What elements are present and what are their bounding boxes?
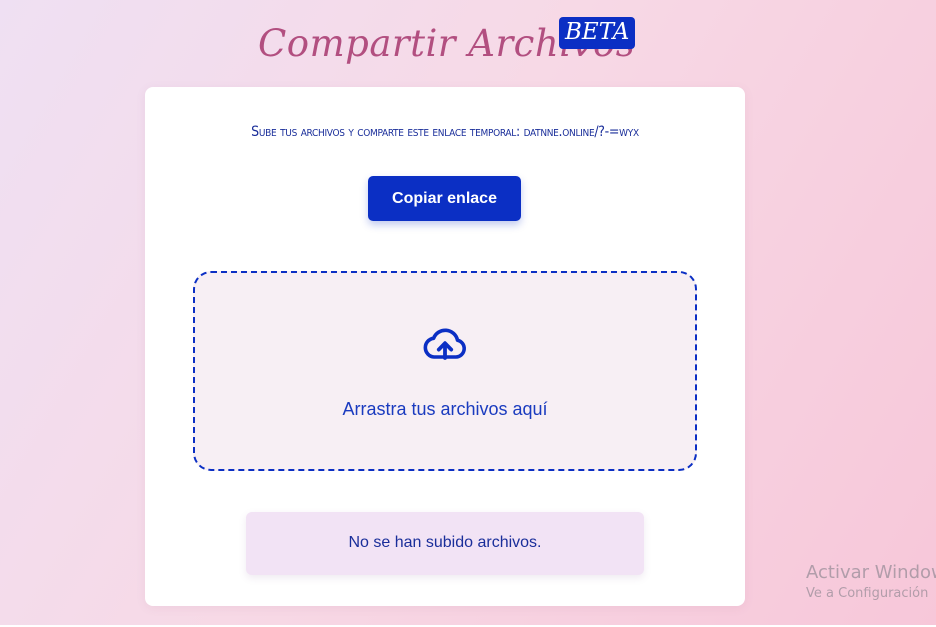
beta-badge: BETA	[559, 17, 636, 49]
file-dropzone[interactable]: Arrastra tus archivos aquí	[193, 271, 697, 471]
share-card: Sube tus archivos y comparte este enlace…	[145, 87, 745, 606]
dropzone-text: Arrastra tus archivos aquí	[342, 399, 548, 419]
cloud-upload-icon	[423, 328, 466, 360]
upload-status: No se han subido archivos.	[246, 512, 644, 575]
watermark-subtitle: Ve a Configuración	[806, 586, 929, 601]
watermark-title: Activar Windows	[806, 562, 936, 583]
activation-watermark: Activar Windows Ve a Configuración	[806, 562, 936, 604]
copy-link-button[interactable]: Copiar enlace	[368, 176, 521, 221]
share-instructions: Sube tus archivos y comparte este enlace…	[251, 124, 639, 140]
upload-status-text: No se han subido archivos.	[348, 534, 542, 551]
